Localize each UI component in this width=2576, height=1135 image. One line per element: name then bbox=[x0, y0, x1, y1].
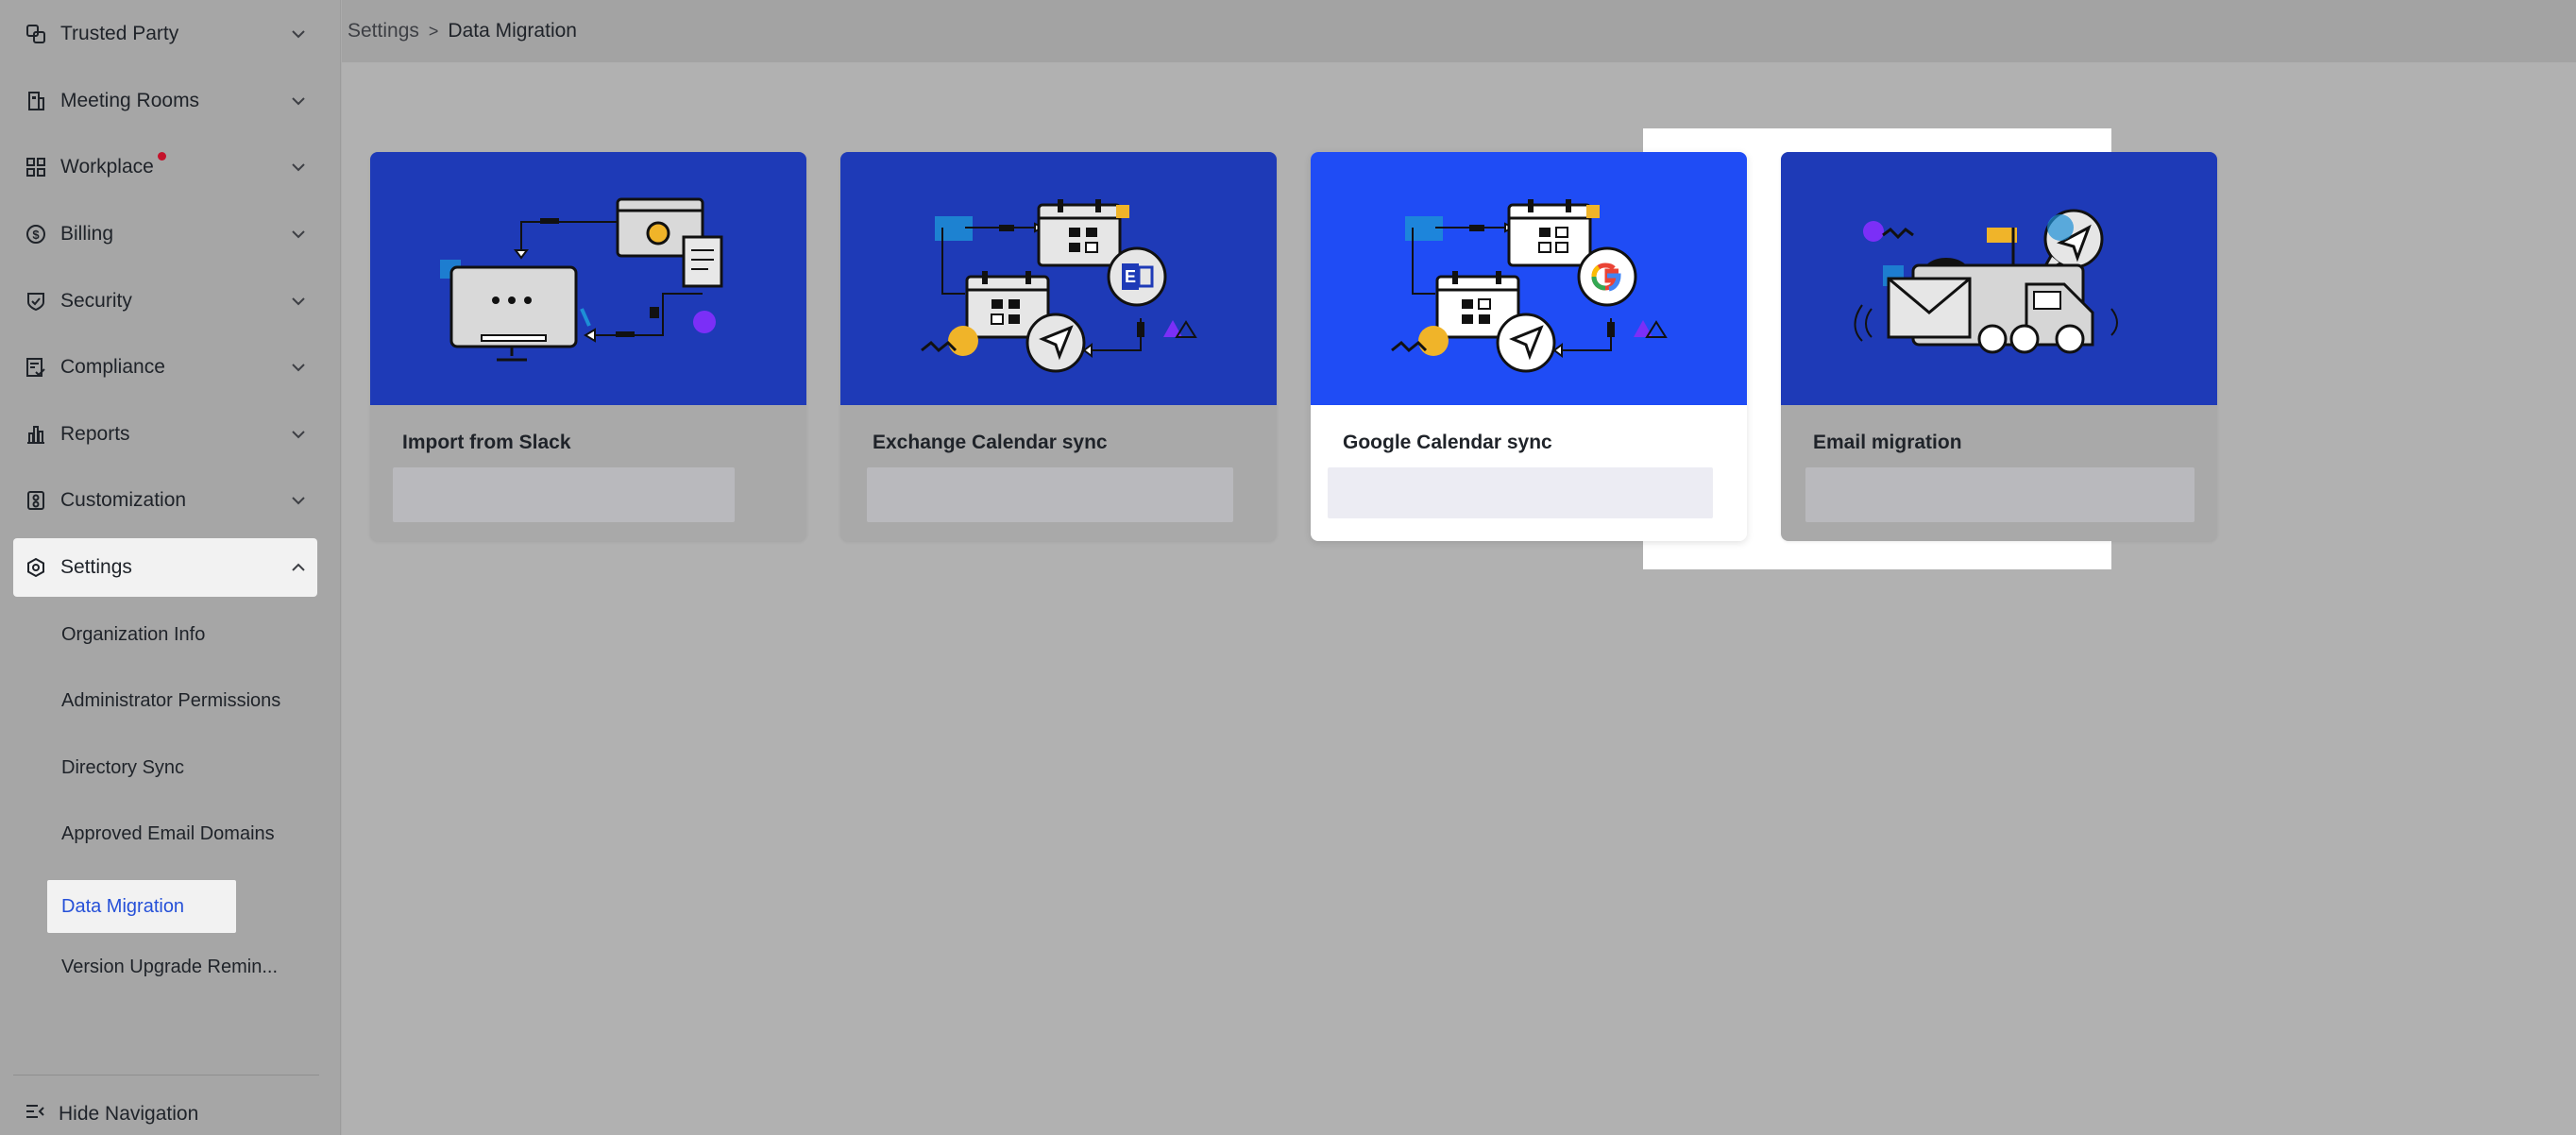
collapse-menu-icon bbox=[25, 1101, 45, 1127]
card-import-from-slack[interactable]: Import from Slack bbox=[370, 152, 806, 541]
card-google-calendar-sync[interactable]: Google Calendar sync bbox=[1311, 152, 1747, 541]
slack-import-illustration bbox=[370, 152, 806, 405]
card-title: Email migration bbox=[1813, 432, 1962, 453]
chevron-down-icon bbox=[292, 30, 305, 39]
chevron-down-icon bbox=[292, 230, 305, 239]
breadcrumb-current: Data Migration bbox=[448, 20, 577, 42]
grid-icon bbox=[25, 156, 47, 178]
sidebar-item-customization[interactable]: Customization bbox=[13, 471, 317, 530]
sidebar-subitem-data-migration[interactable]: Data Migration bbox=[47, 880, 236, 933]
sidebar-item-label: Customization bbox=[60, 489, 187, 511]
chevron-down-icon bbox=[292, 163, 305, 172]
sidebar-item-security[interactable]: Security bbox=[13, 272, 317, 330]
breadcrumb: Settings > Data Migration bbox=[342, 0, 2576, 62]
sidebar-item-meeting-rooms[interactable]: Meeting Rooms bbox=[13, 72, 317, 130]
sidebar-item-workplace[interactable]: Workplace bbox=[13, 138, 317, 196]
card-description-placeholder bbox=[393, 467, 735, 522]
sidebar-subitem-administrator-permissions[interactable]: Administrator Permissions bbox=[47, 674, 295, 727]
sidebar-item-label: Workplace bbox=[60, 156, 154, 178]
exchange-calendar-illustration: E bbox=[840, 152, 1277, 405]
breadcrumb-parent-link[interactable]: Settings bbox=[347, 20, 419, 42]
sidebar-item-settings[interactable]: Settings bbox=[13, 538, 317, 597]
chevron-down-icon bbox=[292, 97, 305, 106]
main-content: Import from Slack E Exchange Calendar sy… bbox=[342, 62, 2576, 1135]
document-check-icon bbox=[25, 356, 47, 379]
chevron-down-icon bbox=[292, 497, 305, 505]
card-title: Exchange Calendar sync bbox=[873, 432, 1108, 453]
sliders-icon bbox=[25, 489, 47, 512]
gear-icon bbox=[25, 556, 47, 579]
sidebar-divider bbox=[13, 1075, 319, 1076]
sidebar-subitem-approved-email-domains[interactable]: Approved Email Domains bbox=[47, 807, 289, 860]
breadcrumb-separator: > bbox=[428, 21, 439, 41]
chevron-up-icon bbox=[292, 563, 305, 571]
notification-dot bbox=[157, 151, 166, 161]
sidebar-item-label: Billing bbox=[60, 223, 114, 245]
card-title: Google Calendar sync bbox=[1343, 432, 1552, 453]
shield-check-icon bbox=[25, 290, 47, 313]
sidebar: Trusted Party Meeting Rooms Workplace $ … bbox=[0, 0, 341, 1135]
sidebar-item-reports[interactable]: Reports bbox=[13, 405, 317, 464]
bar-chart-icon bbox=[25, 423, 47, 446]
sidebar-subitem-directory-sync[interactable]: Directory Sync bbox=[47, 741, 198, 794]
google-calendar-illustration bbox=[1311, 152, 1747, 405]
hide-navigation-button[interactable]: Hide Navigation bbox=[25, 1101, 198, 1127]
card-description-placeholder bbox=[1328, 467, 1713, 518]
sidebar-subitem-organization-info[interactable]: Organization Info bbox=[47, 608, 219, 661]
card-description-placeholder bbox=[867, 467, 1233, 522]
sidebar-item-trusted-party[interactable]: Trusted Party bbox=[13, 5, 317, 63]
card-title: Import from Slack bbox=[402, 432, 571, 453]
hide-navigation-label: Hide Navigation bbox=[59, 1103, 199, 1125]
sidebar-item-label: Meeting Rooms bbox=[60, 90, 200, 111]
link-frames-icon bbox=[25, 23, 47, 45]
sidebar-item-label: Compliance bbox=[60, 356, 165, 378]
card-exchange-calendar-sync[interactable]: E Exchange Calendar sync bbox=[840, 152, 1277, 541]
chevron-down-icon bbox=[292, 364, 305, 372]
sidebar-item-label: Trusted Party bbox=[60, 23, 179, 44]
sidebar-item-label: Security bbox=[60, 290, 132, 312]
sidebar-item-label: Settings bbox=[60, 556, 132, 578]
email-migration-illustration bbox=[1781, 152, 2217, 405]
sidebar-item-label: Reports bbox=[60, 423, 130, 445]
sidebar-item-billing[interactable]: $ Billing bbox=[13, 205, 317, 263]
sidebar-item-compliance[interactable]: Compliance bbox=[13, 338, 317, 397]
chevron-down-icon bbox=[292, 431, 305, 439]
card-description-placeholder bbox=[1805, 467, 2195, 522]
svg-text:$: $ bbox=[32, 228, 40, 242]
chevron-down-icon bbox=[292, 297, 305, 306]
dollar-circle-icon: $ bbox=[25, 223, 47, 246]
card-email-migration[interactable]: Email migration bbox=[1781, 152, 2217, 541]
svg-text:E: E bbox=[1125, 267, 1136, 286]
building-icon bbox=[25, 90, 47, 112]
sidebar-subitem-version-upgrade-reminder[interactable]: Version Upgrade Remin... bbox=[47, 940, 292, 993]
